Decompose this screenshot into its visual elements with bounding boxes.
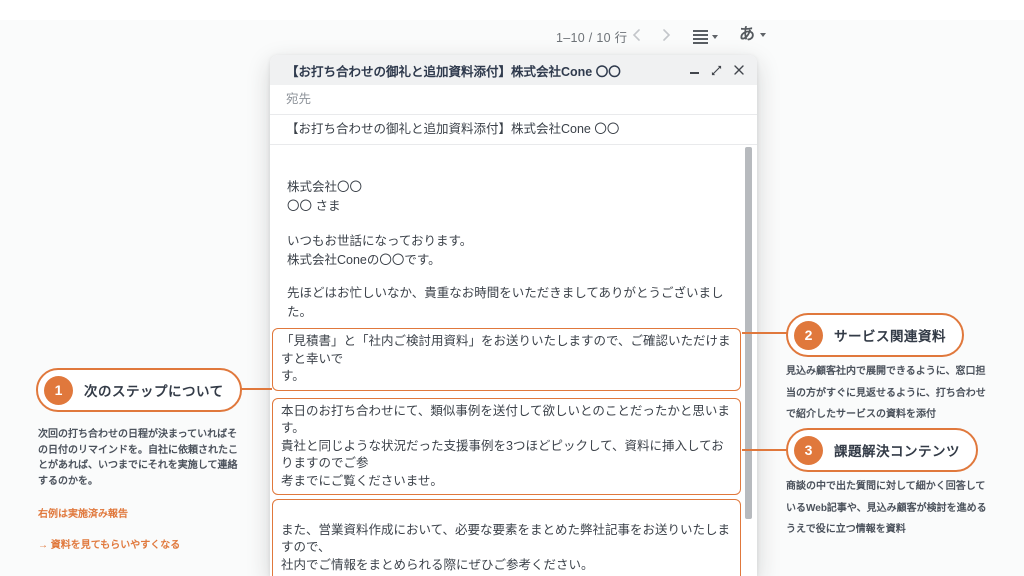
split-pane-menu-button[interactable]	[691, 28, 720, 46]
input-method-button[interactable]: あ	[737, 24, 768, 46]
note-line: 右例は実施済み報告	[38, 507, 180, 523]
highlight-box-content: また、営業資料作成において、必要な要素をまとめた弊社記事をお送りいたしますので、…	[272, 499, 741, 576]
top-white-band	[0, 0, 1024, 20]
annotation-desc-next-step: 次回の打ち合わせの日程が決まっていればそ の日付のリマインドを。自社に依頼された…	[38, 427, 243, 489]
chevron-down-icon	[760, 33, 766, 37]
minimize-button[interactable]	[688, 64, 701, 77]
compose-window: 【お打ち合わせの御礼と追加資料添付】株式会社Cone 〇〇 宛先 【お打ち合わせ…	[270, 55, 757, 576]
chevron-down-icon	[712, 35, 718, 39]
annotation-desc-service-docs: 見込み顧客社内で展開できるように、窓口担 当の方がすぐに見返せるように、打ち合わ…	[786, 361, 1004, 426]
expand-icon	[711, 65, 722, 76]
box3-paragraph: また、営業資料作成において、必要な要素をまとめた弊社記事をお送りいたしますので、…	[281, 522, 732, 575]
older-page-button[interactable]	[661, 27, 673, 43]
annotation-desc-solution-content: 商談の中で出た質問に対して細かく回答して いるWeb記事や、見込み顧客が検討を進…	[786, 476, 1004, 541]
note-line: → 資料を見てもらいやすくなる	[38, 538, 180, 554]
annotation-label-service-docs: 2 サービス関連資料	[786, 313, 964, 357]
recipients-field[interactable]: 宛先	[270, 85, 757, 115]
minimize-icon	[690, 72, 699, 74]
annotation-label-next-step: 1 次のステップについて	[36, 368, 242, 412]
close-icon	[734, 65, 744, 75]
chevron-left-icon	[632, 29, 640, 41]
annotation-title: 課題解決コンテンツ	[834, 440, 960, 460]
newer-page-button[interactable]	[630, 27, 642, 43]
pagination-label: 1–10 / 10 行	[556, 27, 627, 46]
close-button[interactable]	[732, 64, 745, 77]
compose-header[interactable]: 【お打ち合わせの御礼と追加資料添付】株式会社Cone 〇〇	[270, 55, 757, 85]
number-badge-2: 2	[794, 321, 823, 350]
japanese-input-icon: あ	[739, 26, 755, 44]
fullscreen-button[interactable]	[710, 64, 723, 77]
highlight-box-documents: 「見積書」と「社内ご検討用資料」をお送りいたしますので、ご確認いただけますと幸い…	[272, 328, 741, 391]
email-body[interactable]: 株式会社〇〇 〇〇 さま いつもお世話になっております。 株式会社Coneの〇〇…	[270, 145, 757, 576]
email-intro: いつもお世話になっております。 株式会社Coneの〇〇です。	[287, 232, 740, 270]
number-badge-3: 3	[794, 436, 823, 465]
window-controls	[688, 64, 745, 77]
chevron-right-icon	[663, 29, 671, 41]
number-badge-1: 1	[44, 376, 73, 405]
subject-field[interactable]: 【お打ち合わせの御礼と追加資料添付】株式会社Cone 〇〇	[270, 115, 757, 145]
annotation-label-solution-content: 3 課題解決コンテンツ	[786, 428, 978, 472]
email-thanks: 先ほどはお忙しいなか、貴重なお時間をいただきましてありがとうございました。	[287, 284, 740, 322]
list-layout-icon	[693, 30, 708, 44]
compose-window-title: 【お打ち合わせの御礼と追加資料添付】株式会社Cone 〇〇	[286, 61, 688, 80]
annotation-note-next-step: 右例は実施済み報告 → 資料を見てもらいやすくなる	[38, 491, 180, 569]
email-greeting: 株式会社〇〇 〇〇 さま	[287, 178, 740, 216]
annotation-title: 次のステップについて	[84, 380, 224, 400]
connector-line-2	[742, 332, 788, 334]
annotation-title: サービス関連資料	[834, 325, 946, 345]
highlight-box-next-step: 本日のお打ち合わせにて、類似事例を送付して欲しいとのことだったかと思います。 貴…	[272, 398, 741, 496]
connector-line-3	[742, 449, 788, 451]
